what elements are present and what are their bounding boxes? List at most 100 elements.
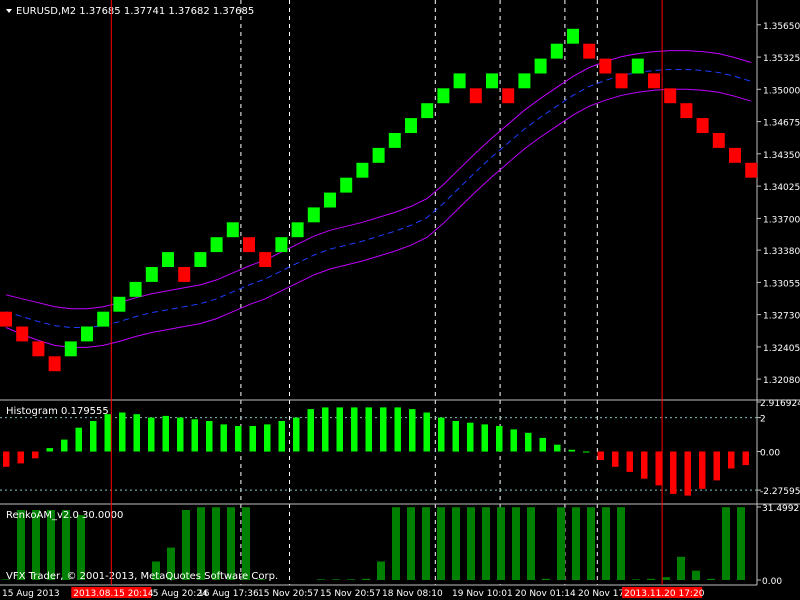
symbol-header: EURUSD,M2 1.37685 1.37741 1.37682 1.3768…: [6, 6, 254, 17]
histogram-tick-label: -2.275955: [760, 487, 800, 497]
time-tick-label: 16 Aug 17:36: [198, 589, 259, 599]
price-tick-label: 1.33380: [763, 247, 800, 257]
histogram-scale: 2.916924 2 0.00 -2.275955: [757, 399, 800, 497]
histogram-title: Histogram 0.179555: [6, 406, 109, 417]
renko-brick-up: [437, 88, 450, 104]
time-tick-label: 15 Aug 2013: [2, 589, 60, 599]
renko-brick-up: [97, 311, 110, 327]
histogram-bar-positive: [554, 444, 561, 452]
histogram-bar-positive: [336, 407, 343, 452]
price-tick-label: 1.34675: [763, 119, 800, 129]
histogram-bar-positive: [235, 426, 242, 452]
renko-brick-up: [291, 222, 304, 238]
histogram-bar-negative: [612, 451, 619, 467]
histogram-bar-positive: [583, 451, 590, 453]
price-tick-label: 1.35650: [763, 22, 800, 32]
histogram-bar-positive: [75, 427, 82, 452]
histogram-bar-positive: [423, 412, 430, 452]
renko-brick-up: [356, 162, 369, 178]
histogram-bar-positive: [104, 414, 111, 452]
price-tick-label: 1.34025: [763, 183, 800, 193]
histogram-bar-negative: [742, 451, 749, 466]
histogram-bar-positive: [452, 421, 459, 452]
time-axis: 15 Aug 201315 Aug 20:1415 Aug 20:2416 Au…: [0, 584, 757, 599]
histogram-tick-label: 0.00: [760, 449, 780, 459]
renko-brick-up: [486, 73, 498, 89]
time-tick-label: 19 Nov 10:01: [452, 589, 513, 599]
renko-am-bar: [452, 507, 460, 580]
histogram-bar-positive: [133, 414, 140, 452]
histogram-bar-positive: [177, 417, 184, 452]
histogram-bar-positive: [293, 417, 300, 452]
renko-am-bar: [602, 507, 610, 580]
renko-brick-up: [113, 296, 126, 312]
renko-am-bar: [347, 579, 355, 580]
histogram-bar-positive: [525, 432, 532, 452]
renko-brick-up: [307, 207, 320, 223]
renko-brick-up: [405, 118, 417, 133]
renko-brick-down: [48, 356, 61, 372]
renko-am-bar: [512, 507, 520, 580]
renko-brick-down: [32, 341, 45, 357]
time-tick-label: 15 Nov 20:57: [258, 589, 319, 599]
symbol-info: EURUSD,M2 1.37685 1.37741 1.37682 1.3768…: [16, 6, 254, 17]
histogram-bar-positive: [119, 412, 126, 452]
renko-brick-up: [162, 252, 174, 267]
renko-brick-down: [178, 267, 191, 282]
histogram-bar-positive: [46, 448, 53, 452]
renko-am-bar: [572, 507, 580, 580]
renko-brick-down: [664, 88, 677, 104]
histogram-bar-positive: [148, 417, 155, 452]
time-tick-label: 18 Nov 08:10: [382, 589, 443, 599]
histogram-bar-positive: [351, 407, 358, 452]
histogram-bar-positive: [467, 422, 474, 452]
renko-brick-up: [226, 222, 239, 238]
renko-brick-down: [259, 252, 272, 267]
price-tick-label: 1.32405: [763, 344, 800, 354]
renko-am-bar: [557, 507, 565, 580]
histogram-bar-negative: [597, 451, 604, 460]
renko-am-bar: [632, 579, 640, 580]
chart-window[interactable]: 1.35650 1.35325 1.35000 1.34675 1.34350 1.340…: [0, 0, 800, 600]
histogram-bar-positive: [394, 407, 401, 452]
histogram-panel[interactable]: 2.916924 2 0.00 -2.275955 Histogram 0.17955…: [0, 399, 800, 497]
renko-brick-up: [81, 326, 93, 342]
renko-brick-down: [745, 162, 758, 178]
renko-brick-down: [502, 88, 515, 104]
renko-brick-up: [534, 58, 547, 74]
histogram-bar-positive: [90, 421, 97, 452]
renko-am-bar: [182, 510, 190, 580]
histogram-bar-positive: [61, 439, 68, 452]
renko-am-bar: [647, 578, 655, 580]
renko-am-bar: [392, 507, 400, 580]
renko-brick-up: [275, 237, 288, 253]
renko-brick-down: [696, 118, 709, 133]
histogram-bar-negative: [3, 451, 10, 467]
renko-am-title: RenkoAM_v2.0 30.0000: [6, 510, 123, 521]
time-tick-label: 15 Nov 20:57: [320, 589, 381, 599]
histogram-bar-negative: [17, 451, 24, 464]
price-tick-label: 1.32080: [763, 376, 800, 386]
main-price-panel[interactable]: 1.35650 1.35325 1.35000 1.34675 1.34350 1.340…: [0, 0, 800, 585]
renko-am-bar: [662, 577, 670, 580]
price-tick-label: 1.35325: [763, 54, 800, 64]
histogram-bar-negative: [626, 451, 633, 472]
renko-am-bar: [692, 570, 700, 580]
renko-brick-down: [583, 43, 596, 59]
renko-am-bar: [722, 507, 730, 580]
renko-brick-down: [0, 311, 12, 327]
renko-brick-up: [550, 43, 563, 59]
price-tick-label: 1.33700: [763, 215, 800, 225]
renko-brick-up: [453, 73, 466, 89]
histogram-bar-positive: [191, 419, 198, 452]
renko-brick-down: [599, 58, 612, 74]
renko-am-panel[interactable]: 31.4992 0.00 RenkoAM_v2.0 30.0000 VFX Tra…: [2, 504, 799, 587]
renko-brick-up: [145, 267, 158, 282]
renko-brick-up: [631, 58, 644, 74]
renko-brick-down: [469, 88, 482, 104]
histogram-bar-positive: [539, 437, 546, 452]
histogram-bar-positive: [380, 407, 387, 452]
histogram-bar-positive: [496, 426, 503, 452]
renko-brick-down: [16, 326, 29, 342]
renko-brick-up: [421, 103, 434, 119]
